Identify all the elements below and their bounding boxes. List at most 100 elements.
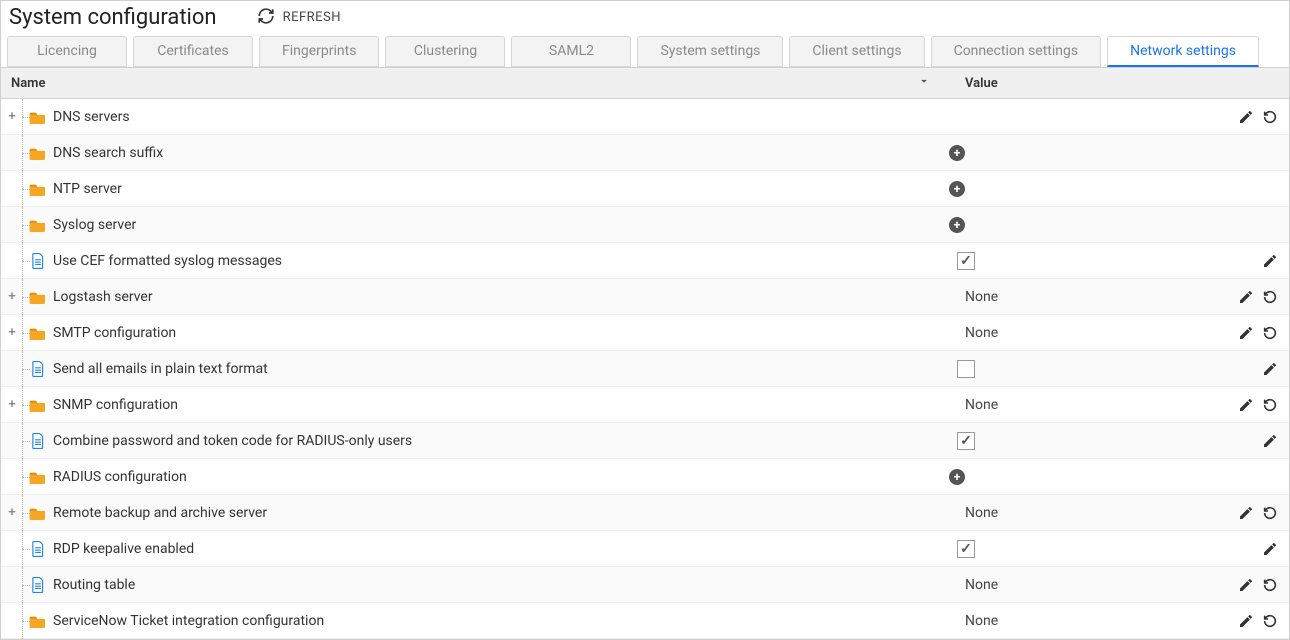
file-icon: [29, 433, 47, 449]
edit-icon[interactable]: [1237, 108, 1255, 126]
table-row: +Remote backup and archive serverNone: [1, 495, 1289, 531]
edit-icon[interactable]: [1261, 540, 1279, 558]
tree-line: [17, 423, 29, 459]
row-label: Remote backup and archive server: [53, 505, 267, 521]
refresh-button[interactable]: REFRESH: [257, 7, 341, 29]
edit-icon[interactable]: [1237, 612, 1255, 630]
page: System configuration REFRESH LicencingCe…: [0, 0, 1290, 640]
reset-icon[interactable]: [1261, 504, 1279, 522]
reset-icon[interactable]: [1261, 396, 1279, 414]
folder-icon: [29, 181, 47, 197]
table-row: Send all emails in plain text format: [1, 351, 1289, 387]
edit-icon[interactable]: [1237, 324, 1255, 342]
tree-line: [17, 567, 29, 603]
table-row: RDP keepalive enabled: [1, 531, 1289, 567]
table-row: Use CEF formatted syslog messages: [1, 243, 1289, 279]
file-icon: [29, 253, 47, 269]
value-cell: None: [941, 289, 1181, 305]
value-cell: +: [941, 469, 1181, 485]
checkbox[interactable]: [957, 252, 975, 270]
reset-icon[interactable]: [1261, 612, 1279, 630]
actions-cell: [1181, 432, 1289, 450]
table-row: +SMTP configurationNone: [1, 315, 1289, 351]
settings-table: Name Value +DNS servers DNS search suffix…: [1, 67, 1289, 639]
name-cell: Syslog server: [1, 207, 941, 243]
row-label: Syslog server: [53, 217, 136, 233]
add-icon[interactable]: +: [949, 145, 965, 161]
row-label: Combine password and token code for RADI…: [53, 433, 412, 449]
value-cell: [941, 252, 1181, 270]
tab-connection-settings[interactable]: Connection settings: [931, 36, 1102, 67]
folder-icon: [29, 109, 47, 125]
row-label: Logstash server: [53, 289, 153, 305]
edit-icon[interactable]: [1237, 396, 1255, 414]
tab-network-settings[interactable]: Network settings: [1107, 36, 1259, 67]
edit-icon[interactable]: [1261, 252, 1279, 270]
edit-icon[interactable]: [1237, 576, 1255, 594]
folder-icon: [29, 145, 47, 161]
name-cell: NTP server: [1, 171, 941, 207]
folder-icon: [29, 325, 47, 341]
value-text: None: [949, 325, 998, 341]
tab-client-settings[interactable]: Client settings: [789, 36, 924, 67]
file-icon: [29, 577, 47, 593]
reset-icon[interactable]: [1261, 288, 1279, 306]
tab-saml2[interactable]: SAML2: [511, 36, 631, 67]
table-header: Name Value: [1, 67, 1289, 99]
value-text: None: [949, 397, 998, 413]
column-value-header[interactable]: Value: [941, 76, 1181, 91]
value-text: None: [949, 505, 998, 521]
edit-icon[interactable]: [1237, 288, 1255, 306]
edit-icon[interactable]: [1261, 432, 1279, 450]
row-label: SNMP configuration: [53, 397, 178, 413]
reset-icon[interactable]: [1261, 108, 1279, 126]
table-row: Combine password and token code for RADI…: [1, 423, 1289, 459]
row-label: Use CEF formatted syslog messages: [53, 253, 282, 269]
folder-icon: [29, 289, 47, 305]
reset-icon[interactable]: [1261, 324, 1279, 342]
reset-icon[interactable]: [1261, 576, 1279, 594]
table-row: +DNS servers: [1, 99, 1289, 135]
actions-cell: [1181, 612, 1289, 630]
value-cell: None: [941, 577, 1181, 593]
table-row: ServiceNow Ticket integration configurat…: [1, 603, 1289, 639]
value-text: None: [949, 289, 998, 305]
row-label: RDP keepalive enabled: [53, 541, 194, 557]
folder-icon: [29, 397, 47, 413]
tab-certificates[interactable]: Certificates: [133, 36, 253, 67]
checkbox[interactable]: [957, 540, 975, 558]
add-icon[interactable]: +: [949, 217, 965, 233]
actions-cell: [1181, 576, 1289, 594]
actions-cell: [1181, 504, 1289, 522]
actions-cell: [1181, 288, 1289, 306]
actions-cell: [1181, 252, 1289, 270]
add-icon[interactable]: +: [949, 469, 965, 485]
tab-fingerprints[interactable]: Fingerprints: [259, 36, 379, 67]
table-row: RADIUS configuration +: [1, 459, 1289, 495]
edit-icon[interactable]: [1237, 504, 1255, 522]
value-cell: +: [941, 145, 1181, 161]
table-row: +SNMP configurationNone: [1, 387, 1289, 423]
edit-icon[interactable]: [1261, 360, 1279, 378]
tree-line: [17, 603, 29, 639]
tab-licencing[interactable]: Licencing: [7, 36, 127, 67]
row-label: DNS search suffix: [53, 145, 163, 161]
name-cell: RADIUS configuration: [1, 459, 941, 495]
row-label: RADIUS configuration: [53, 469, 187, 485]
sort-desc-icon: [917, 74, 931, 92]
actions-cell: [1181, 324, 1289, 342]
actions-cell: [1181, 540, 1289, 558]
tree-line: [17, 351, 29, 387]
tree-line: [17, 531, 29, 567]
value-cell: None: [941, 325, 1181, 341]
name-cell: Routing table: [1, 567, 941, 603]
name-cell: ServiceNow Ticket integration configurat…: [1, 603, 941, 639]
checkbox[interactable]: [957, 360, 975, 378]
tab-clustering[interactable]: Clustering: [385, 36, 505, 67]
table-row: Syslog server +: [1, 207, 1289, 243]
add-icon[interactable]: +: [949, 181, 965, 197]
checkbox[interactable]: [957, 432, 975, 450]
tab-system-settings[interactable]: System settings: [637, 36, 783, 67]
column-name-header[interactable]: Name: [1, 74, 941, 92]
tree-line: [17, 243, 29, 279]
